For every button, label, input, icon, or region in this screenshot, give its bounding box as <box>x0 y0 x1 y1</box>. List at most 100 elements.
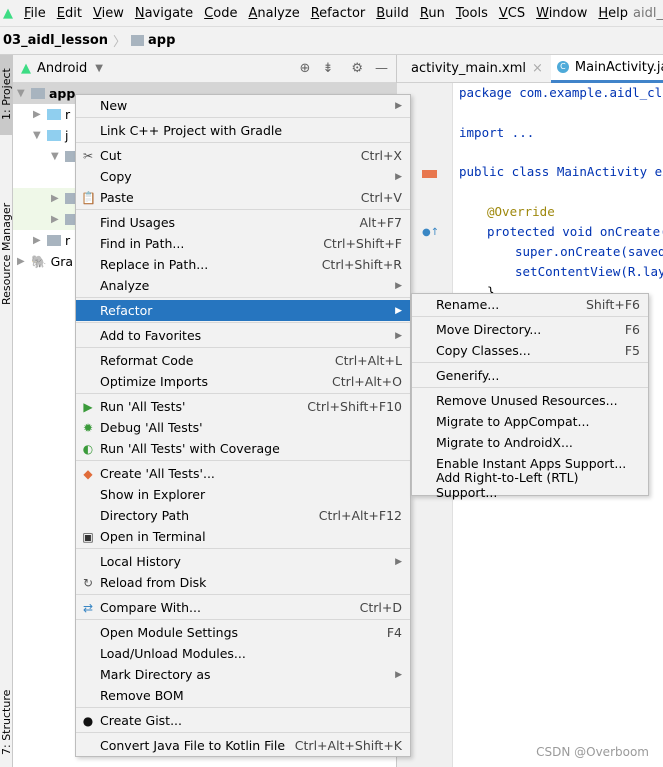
coverage-icon: ◐ <box>82 441 94 456</box>
gear-icon[interactable]: ⚙ <box>351 61 363 76</box>
menu-item-replace-in-path[interactable]: Replace in Path... Ctrl+Shift+R <box>76 254 410 275</box>
menu-edit[interactable]: Edit <box>57 6 82 21</box>
shortcut-label: Ctrl+Alt+Shift+K <box>294 738 402 753</box>
menu-item-refactor[interactable]: Refactor ▶ <box>76 300 410 321</box>
menu-item-reformat-code[interactable]: Reformat Code Ctrl+Alt+L <box>76 350 410 371</box>
gradle-icon: 🐘 <box>31 253 47 269</box>
menu-item-link-c-project-with-gradle[interactable]: Link C++ Project with Gradle <box>76 120 410 141</box>
code-line[interactable]: setContentView(R.layo <box>515 264 663 279</box>
menu-item-reload-from-disk[interactable]: ↻ Reload from Disk <box>76 572 410 593</box>
menu-item-rename[interactable]: Rename... Shift+F6 <box>412 294 648 315</box>
menu-item-open-module-settings[interactable]: Open Module Settings F4 <box>76 622 410 643</box>
override-gutter-icon[interactable]: ●↑ <box>422 227 439 238</box>
menu-item-optimize-imports[interactable]: Optimize Imports Ctrl+Alt+O <box>76 371 410 392</box>
menu-item-convert-java-file-to-kotlin-file[interactable]: Convert Java File to Kotlin File Ctrl+Alt… <box>76 735 410 756</box>
collapse-all-icon[interactable]: ⇟ <box>322 61 333 76</box>
menu-tools[interactable]: Tools <box>456 6 488 21</box>
structure-tool-label[interactable]: 7: Structure <box>0 690 13 755</box>
collapse-arrow-icon[interactable]: ▶ <box>51 214 65 225</box>
collapse-arrow-icon[interactable]: ▶ <box>51 193 65 204</box>
folder-icon <box>47 130 61 141</box>
menu-item-local-history[interactable]: Local History ▶ <box>76 551 410 572</box>
menu-item-generify[interactable]: Generify... <box>412 365 648 386</box>
menu-item-create-all-tests[interactable]: ◆ Create 'All Tests'... <box>76 463 410 484</box>
menu-item-run-all-tests[interactable]: ▶ Run 'All Tests' Ctrl+Shift+F10 <box>76 396 410 417</box>
shortcut-label: Alt+F7 <box>359 215 402 230</box>
project-view-selector[interactable]: Android <box>37 61 87 76</box>
tab-main-activity-java[interactable]: C MainActivity.java <box>550 54 663 83</box>
menu-item-analyze[interactable]: Analyze ▶ <box>76 275 410 296</box>
code-line[interactable]: public class MainActivity ext <box>459 164 663 179</box>
resource-manager-tool-label[interactable]: Resource Manager <box>0 203 13 305</box>
create-test-icon: ◆ <box>83 466 93 481</box>
menu-item-migrate-to-androidx[interactable]: Migrate to AndroidX... <box>412 432 648 453</box>
code-line[interactable]: import ... <box>459 125 534 140</box>
menu-item-copy[interactable]: Copy ▶ <box>76 166 410 187</box>
shortcut-label: Ctrl+Shift+F <box>323 236 402 251</box>
menu-window[interactable]: Window <box>536 6 587 21</box>
folder-icon <box>47 109 61 120</box>
menu-item-show-in-explorer[interactable]: Show in Explorer <box>76 484 410 505</box>
run-icon: ▶ <box>83 399 93 414</box>
menu-item-migrate-to-appcompat[interactable]: Migrate to AppCompat... <box>412 411 648 432</box>
close-tab-icon[interactable]: × <box>532 61 543 76</box>
collapse-arrow-icon[interactable]: ▶ <box>33 109 47 120</box>
menu-item-open-in-terminal[interactable]: ▣ Open in Terminal <box>76 526 410 547</box>
menu-item-find-usages[interactable]: Find Usages Alt+F7 <box>76 212 410 233</box>
layout-file-gutter-icon[interactable] <box>422 170 437 178</box>
debug-icon: ✹ <box>82 420 94 435</box>
menu-item-cut[interactable]: ✂ Cut Ctrl+X <box>76 145 410 166</box>
menu-file[interactable]: File <box>24 6 46 21</box>
locate-icon[interactable]: ⊕ <box>300 61 311 76</box>
menu-analyze[interactable]: Analyze <box>248 6 299 21</box>
collapse-arrow-icon[interactable]: ▶ <box>17 256 31 267</box>
submenu-arrow-icon: ▶ <box>395 171 402 182</box>
menu-view[interactable]: View <box>93 6 124 21</box>
menu-help[interactable]: Help <box>598 6 628 21</box>
expand-arrow-icon[interactable]: ▼ <box>51 151 65 162</box>
left-tool-window-bar: 1: Project Resource Manager 7: Structure <box>0 55 13 767</box>
menu-item-paste[interactable]: 📋 Paste Ctrl+V <box>76 187 410 208</box>
menu-item-new[interactable]: New ▶ <box>76 95 410 116</box>
compare-icon: ⇄ <box>82 600 94 615</box>
expand-arrow-icon[interactable]: ▼ <box>33 130 47 141</box>
menu-item-directory-path[interactable]: Directory Path Ctrl+Alt+F12 <box>76 505 410 526</box>
project-tool-label[interactable]: 1: Project <box>0 68 13 120</box>
expand-arrow-icon[interactable]: ▼ <box>17 88 31 99</box>
menu-build[interactable]: Build <box>376 6 409 21</box>
tab-activity-main-xml[interactable]: activity_main.xml <box>411 61 526 76</box>
menu-item-run-all-tests-with-coverage[interactable]: ◐ Run 'All Tests' with Coverage <box>76 438 410 459</box>
menu-item-add-right-to-left-rtl-support[interactable]: Add Right-to-Left (RTL) Support... <box>412 470 648 500</box>
breadcrumb-module[interactable]: app <box>148 33 175 48</box>
hide-icon[interactable]: — <box>375 61 388 76</box>
menu-item-compare-with[interactable]: ⇄ Compare With... Ctrl+D <box>76 597 410 618</box>
android-logo-icon: ▲ <box>3 5 13 21</box>
menu-navigate[interactable]: Navigate <box>135 6 193 21</box>
menu-item-find-in-path[interactable]: Find in Path... Ctrl+Shift+F <box>76 233 410 254</box>
menu-item-create-gist[interactable]: ● Create Gist... <box>76 710 410 731</box>
chevron-down-icon[interactable]: ▼ <box>95 63 103 74</box>
menu-item-debug-all-tests[interactable]: ✹ Debug 'All Tests' <box>76 417 410 438</box>
res-folder-icon <box>47 235 61 246</box>
menu-code[interactable]: Code <box>204 6 237 21</box>
code-line[interactable]: @Override <box>487 204 555 219</box>
code-line[interactable]: super.onCreate(savedI <box>515 244 663 259</box>
menu-item-load-unload-modules[interactable]: Load/Unload Modules... <box>76 643 410 664</box>
code-line[interactable]: protected void onCreate(B <box>487 224 663 239</box>
menu-run[interactable]: Run <box>420 6 445 21</box>
navigation-bar: 03_aidl_lesson 〉 app <box>0 26 663 55</box>
submenu-arrow-icon: ▶ <box>395 330 402 341</box>
collapse-arrow-icon[interactable]: ▶ <box>33 235 47 246</box>
menu-item-copy-classes[interactable]: Copy Classes... F5 <box>412 340 648 361</box>
menu-item-remove-bom[interactable]: Remove BOM <box>76 685 410 706</box>
menu-item-add-to-favorites[interactable]: Add to Favorites ▶ <box>76 325 410 346</box>
shortcut-label: Shift+F6 <box>585 297 640 312</box>
menu-vcs[interactable]: VCS <box>499 6 525 21</box>
code-line[interactable]: package com.example.aidl_clie <box>459 85 663 100</box>
breadcrumb-project[interactable]: 03_aidl_lesson <box>3 33 108 48</box>
menu-item-mark-directory-as[interactable]: Mark Directory as ▶ <box>76 664 410 685</box>
menu-item-remove-unused-resources[interactable]: Remove Unused Resources... <box>412 390 648 411</box>
scissors-icon: ✂ <box>82 148 94 163</box>
menu-item-move-directory[interactable]: Move Directory... F6 <box>412 319 648 340</box>
menu-refactor[interactable]: Refactor <box>311 6 366 21</box>
